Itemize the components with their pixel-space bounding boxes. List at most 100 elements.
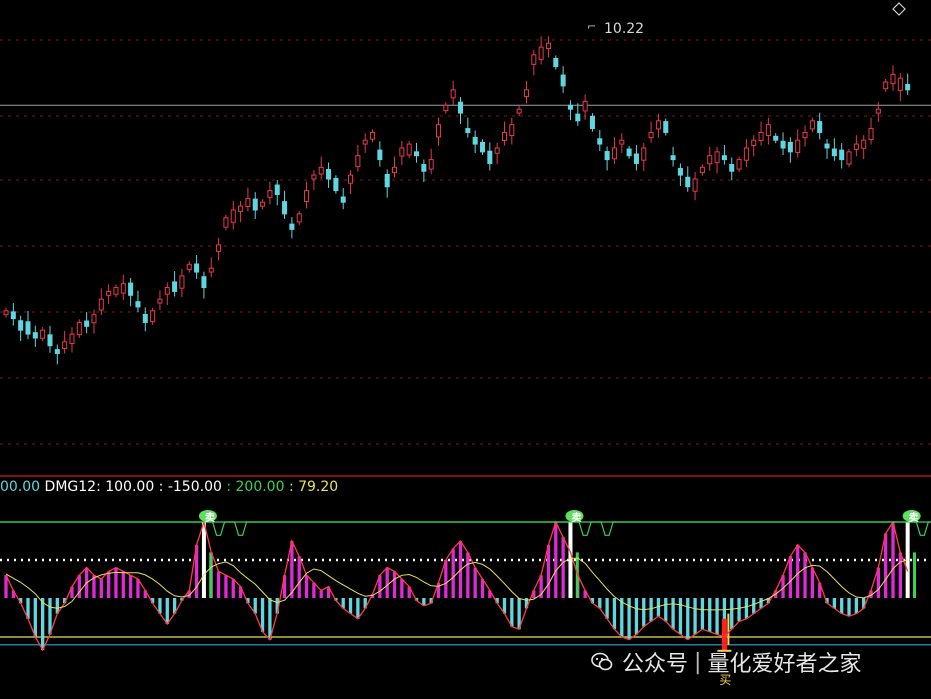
candle xyxy=(648,121,654,143)
candle xyxy=(897,73,903,102)
peak-arrow-icon: ⌐ xyxy=(587,20,597,33)
candle-body xyxy=(3,310,9,316)
signal-highlight-bars xyxy=(201,522,916,650)
candle xyxy=(611,137,617,164)
candle-body xyxy=(304,190,310,202)
candle-body xyxy=(54,349,60,354)
sell-signal-label: 卖 xyxy=(204,513,215,524)
candle xyxy=(831,138,837,161)
indicator-bar xyxy=(297,556,301,598)
candle xyxy=(340,188,346,210)
candle-body xyxy=(824,143,830,149)
sell-highlight-bar-green xyxy=(209,552,213,598)
candle-body xyxy=(721,155,727,161)
candle-body xyxy=(421,164,427,172)
candle-body xyxy=(868,128,874,140)
candle xyxy=(787,137,793,163)
candle xyxy=(699,164,705,176)
candle-body xyxy=(839,149,845,161)
candle-body xyxy=(282,201,288,215)
candle-body xyxy=(179,275,185,289)
candle xyxy=(751,135,757,157)
candle xyxy=(494,142,500,165)
candle xyxy=(179,268,185,298)
indicator-bar-series xyxy=(4,522,910,650)
candle xyxy=(817,112,823,140)
candle xyxy=(3,307,9,318)
indicator-bar xyxy=(788,556,793,598)
candle xyxy=(707,146,713,171)
candle xyxy=(619,133,625,153)
candle xyxy=(487,142,493,171)
indicator-bar xyxy=(678,598,683,635)
indicator-bar xyxy=(649,598,653,622)
candle xyxy=(150,307,156,325)
candle-body xyxy=(765,124,771,137)
candle xyxy=(861,135,867,160)
candle xyxy=(10,302,16,326)
candle-body xyxy=(707,155,713,165)
indicator-curve xyxy=(5,519,909,652)
candle xyxy=(655,113,661,138)
candle-body xyxy=(714,151,720,164)
candle-body xyxy=(582,100,588,112)
candle-body xyxy=(575,113,581,122)
candle-body xyxy=(157,298,163,304)
candle-body xyxy=(201,276,207,289)
peak-price-label: 10.22 xyxy=(604,21,645,37)
candle-body xyxy=(487,150,493,164)
candle-body xyxy=(853,143,859,150)
candle xyxy=(597,129,603,152)
candle-body xyxy=(113,287,119,295)
candle xyxy=(333,175,339,194)
watermark-prefix: 公众号 xyxy=(622,652,689,677)
candle xyxy=(128,278,134,307)
candle-body xyxy=(399,147,405,157)
candle-body xyxy=(604,151,610,161)
candle xyxy=(84,312,90,334)
indicator-bar xyxy=(128,575,133,598)
candle xyxy=(736,156,742,173)
indicator-bar xyxy=(290,541,294,598)
sell-signal-label: 卖 xyxy=(908,513,919,524)
candle-body xyxy=(501,131,507,142)
price-gridlines xyxy=(0,39,931,445)
candle xyxy=(392,156,398,178)
candle xyxy=(780,132,786,155)
candle xyxy=(729,157,735,181)
indicator-bar xyxy=(165,598,169,624)
indicator-bar xyxy=(671,598,675,630)
candle xyxy=(216,237,222,261)
candle xyxy=(252,192,258,219)
candle-body xyxy=(589,115,595,130)
candle xyxy=(421,159,427,183)
candle-body xyxy=(831,148,837,157)
candle xyxy=(663,118,669,136)
indicator-bar xyxy=(744,598,749,619)
indicator-bar xyxy=(106,571,111,598)
candle xyxy=(472,130,478,153)
candle xyxy=(304,181,310,209)
candle-body xyxy=(531,54,537,65)
candle-body xyxy=(362,139,368,145)
indicator-bar xyxy=(810,567,815,598)
candle-body xyxy=(40,329,46,339)
candle-body xyxy=(150,310,156,323)
diamond-icon[interactable] xyxy=(892,2,906,16)
candle xyxy=(531,49,537,76)
candle-body xyxy=(91,314,97,324)
candle-body xyxy=(120,283,126,294)
candle-body xyxy=(875,108,881,114)
candle xyxy=(428,148,434,175)
candle-body xyxy=(883,81,889,90)
indicator-bar xyxy=(260,598,265,632)
candle xyxy=(274,179,280,206)
candle xyxy=(414,142,420,163)
candle-body xyxy=(663,121,669,133)
candle xyxy=(795,129,801,158)
candle xyxy=(91,309,97,334)
candle-body xyxy=(736,159,742,170)
candle-body xyxy=(274,184,280,195)
candle xyxy=(868,117,874,145)
candle xyxy=(538,36,544,65)
